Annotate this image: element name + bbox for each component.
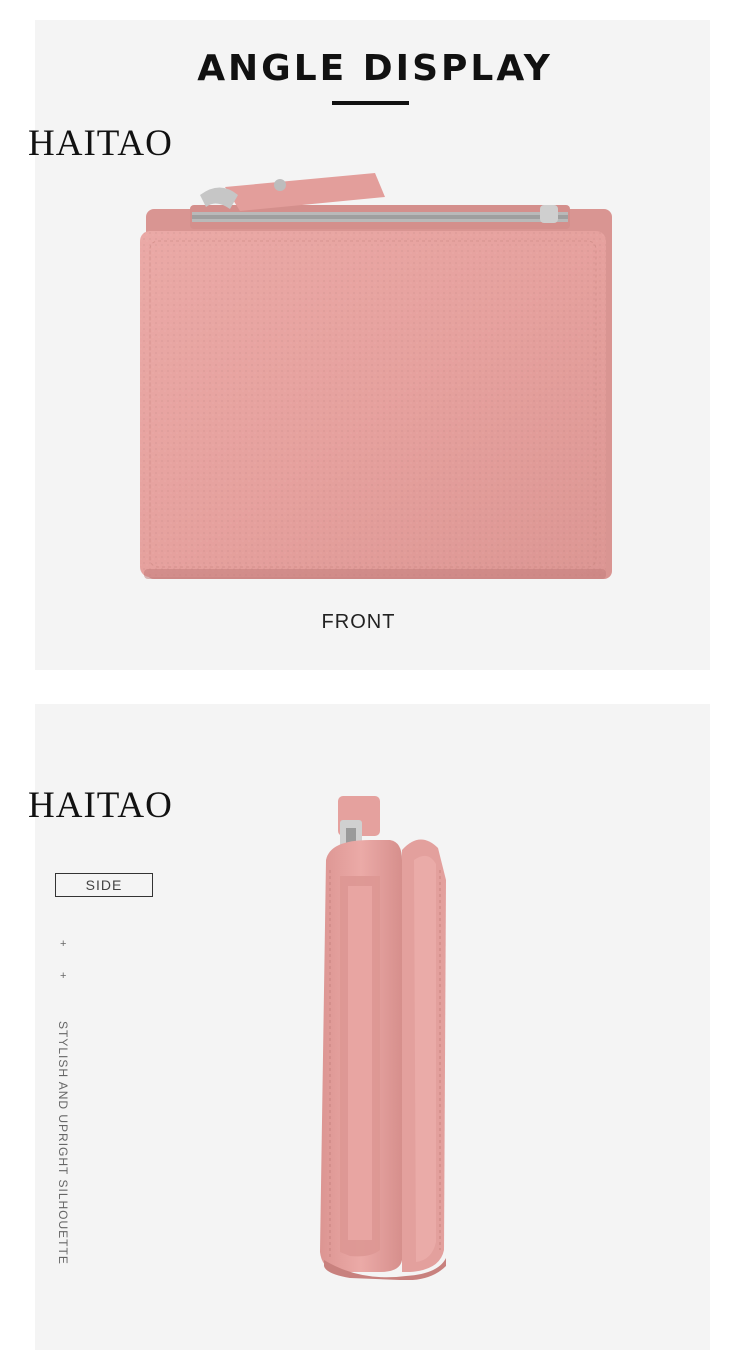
side-label: SIDE xyxy=(55,873,153,897)
plus-marker: + xyxy=(60,970,67,982)
front-caption: FRONT xyxy=(321,611,396,633)
page-title: ANGLE DISPLAY xyxy=(197,48,553,89)
brand-logo-top: HAITAO xyxy=(28,123,173,164)
wallet-side-image xyxy=(320,796,446,1280)
brand-logo-bottom: HAITAO xyxy=(28,785,173,826)
plus-marker: + xyxy=(60,938,67,950)
wallet-front-image xyxy=(140,173,612,579)
silhouette-tagline: STYLISH AND UPRIGHT SILHOUETTE xyxy=(56,1021,70,1265)
title-underline xyxy=(332,101,409,105)
